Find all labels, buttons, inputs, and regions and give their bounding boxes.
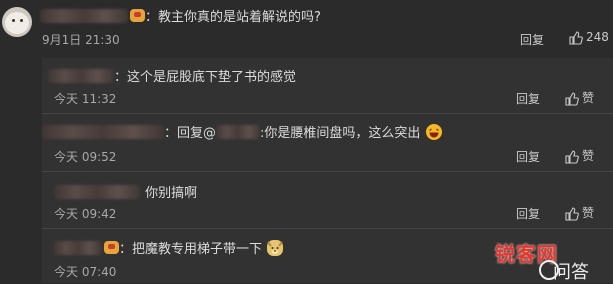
like-button[interactable]: 赞: [565, 204, 594, 221]
doge-emoji-icon: [267, 239, 284, 256]
reply-line-3: 你别搞啊: [54, 181, 197, 201]
vip-badge-icon: [104, 241, 119, 254]
reply-line-4: ：把魔教专用梯子带一下: [54, 237, 284, 257]
reply-text: ：这个是屁股底下垫了书的感觉: [114, 70, 297, 85]
reply-text: ：把魔教专用梯子带一下: [119, 242, 263, 257]
divider: [42, 171, 613, 172]
main-comment-date: 9月1日 21:30: [42, 33, 120, 47]
laughing-emoji-icon: [425, 123, 442, 140]
reply-text: 你别搞啊: [145, 186, 198, 201]
reply-button[interactable]: 回复: [516, 205, 540, 222]
thumbs-up-icon: [565, 91, 579, 106]
reply-button[interactable]: 回复: [516, 148, 540, 165]
cat-avatar-icon: [5, 12, 29, 34]
reply-text: :你是腰椎间盘吗，这么突出: [260, 126, 421, 141]
main-reply-button[interactable]: 回复: [520, 31, 544, 48]
divider: [42, 228, 613, 229]
main-like-button[interactable]: 248: [569, 30, 609, 45]
reply-time: 今天 09:42: [54, 207, 117, 221]
like-button[interactable]: 赞: [565, 147, 594, 164]
thumbs-up-icon: [569, 30, 583, 45]
watermark-logo: 锐客网 问答: [495, 236, 613, 283]
avatar-eye: [20, 19, 23, 22]
username-redacted[interactable]: [42, 124, 164, 139]
reply-time: 今天 11:32: [54, 92, 117, 106]
mentioned-user-redacted[interactable]: [216, 124, 261, 139]
username-redacted[interactable]: [54, 240, 102, 255]
vip-badge-icon: [130, 9, 145, 22]
reply-prefix: ：回复@: [164, 126, 217, 141]
reply-line-1: ：这个是屁股底下垫了书的感觉: [48, 65, 296, 85]
like-label: 赞: [582, 91, 595, 105]
reply-time: 今天 07:40: [54, 265, 117, 279]
like-count: 248: [586, 30, 609, 44]
reply-line-2: ：回复@ :你是腰椎间盘吗，这么突出: [42, 121, 442, 141]
main-comment-text: ：教主你真的是站着解说的吗?: [145, 10, 321, 25]
watermark-suffix: 问答: [553, 262, 589, 283]
username-redacted[interactable]: [40, 8, 128, 23]
user-avatar[interactable]: [2, 7, 32, 37]
thumbs-up-icon: [565, 149, 579, 164]
username-redacted[interactable]: [54, 184, 140, 199]
like-label: 赞: [582, 206, 595, 220]
reply-time: 今天 09:52: [54, 150, 117, 164]
divider: [42, 113, 613, 114]
username-redacted[interactable]: [48, 68, 114, 83]
avatar-eye: [12, 19, 15, 22]
thumbs-up-icon: [565, 206, 579, 221]
like-button[interactable]: 赞: [565, 89, 594, 106]
reply-button[interactable]: 回复: [516, 90, 540, 107]
like-label: 赞: [582, 149, 595, 163]
main-comment-line: ：教主你真的是站着解说的吗?: [40, 5, 321, 25]
